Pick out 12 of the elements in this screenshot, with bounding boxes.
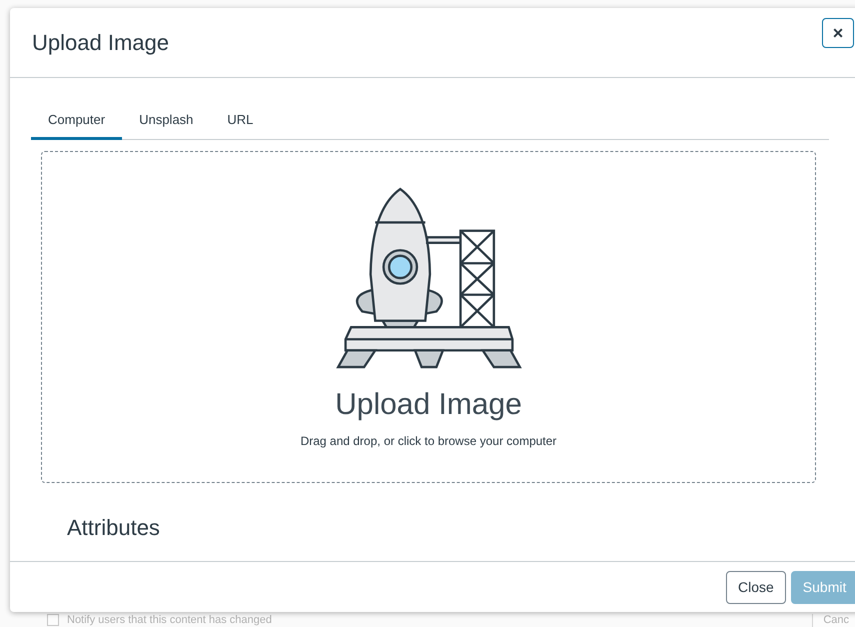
close-button[interactable]: Close bbox=[726, 570, 786, 604]
checkbox[interactable] bbox=[47, 614, 59, 626]
dropzone-heading: Upload Image bbox=[335, 388, 522, 422]
tab[interactable]: Unsplash bbox=[122, 103, 210, 140]
dropzone[interactable]: Upload Image Drag and drop, or click to browse your computer bbox=[41, 151, 816, 483]
checkbox-label: Notify users that this content has changed bbox=[67, 614, 273, 626]
dropzone-hint: Drag and drop, or click to browse your computer bbox=[300, 434, 557, 448]
tab[interactable]: Computer bbox=[31, 103, 122, 140]
tab[interactable]: URL bbox=[210, 103, 270, 140]
dialog-title: Upload Image bbox=[32, 30, 169, 56]
close-button[interactable]: × bbox=[822, 18, 854, 48]
section-heading: Attributes bbox=[67, 515, 161, 541]
